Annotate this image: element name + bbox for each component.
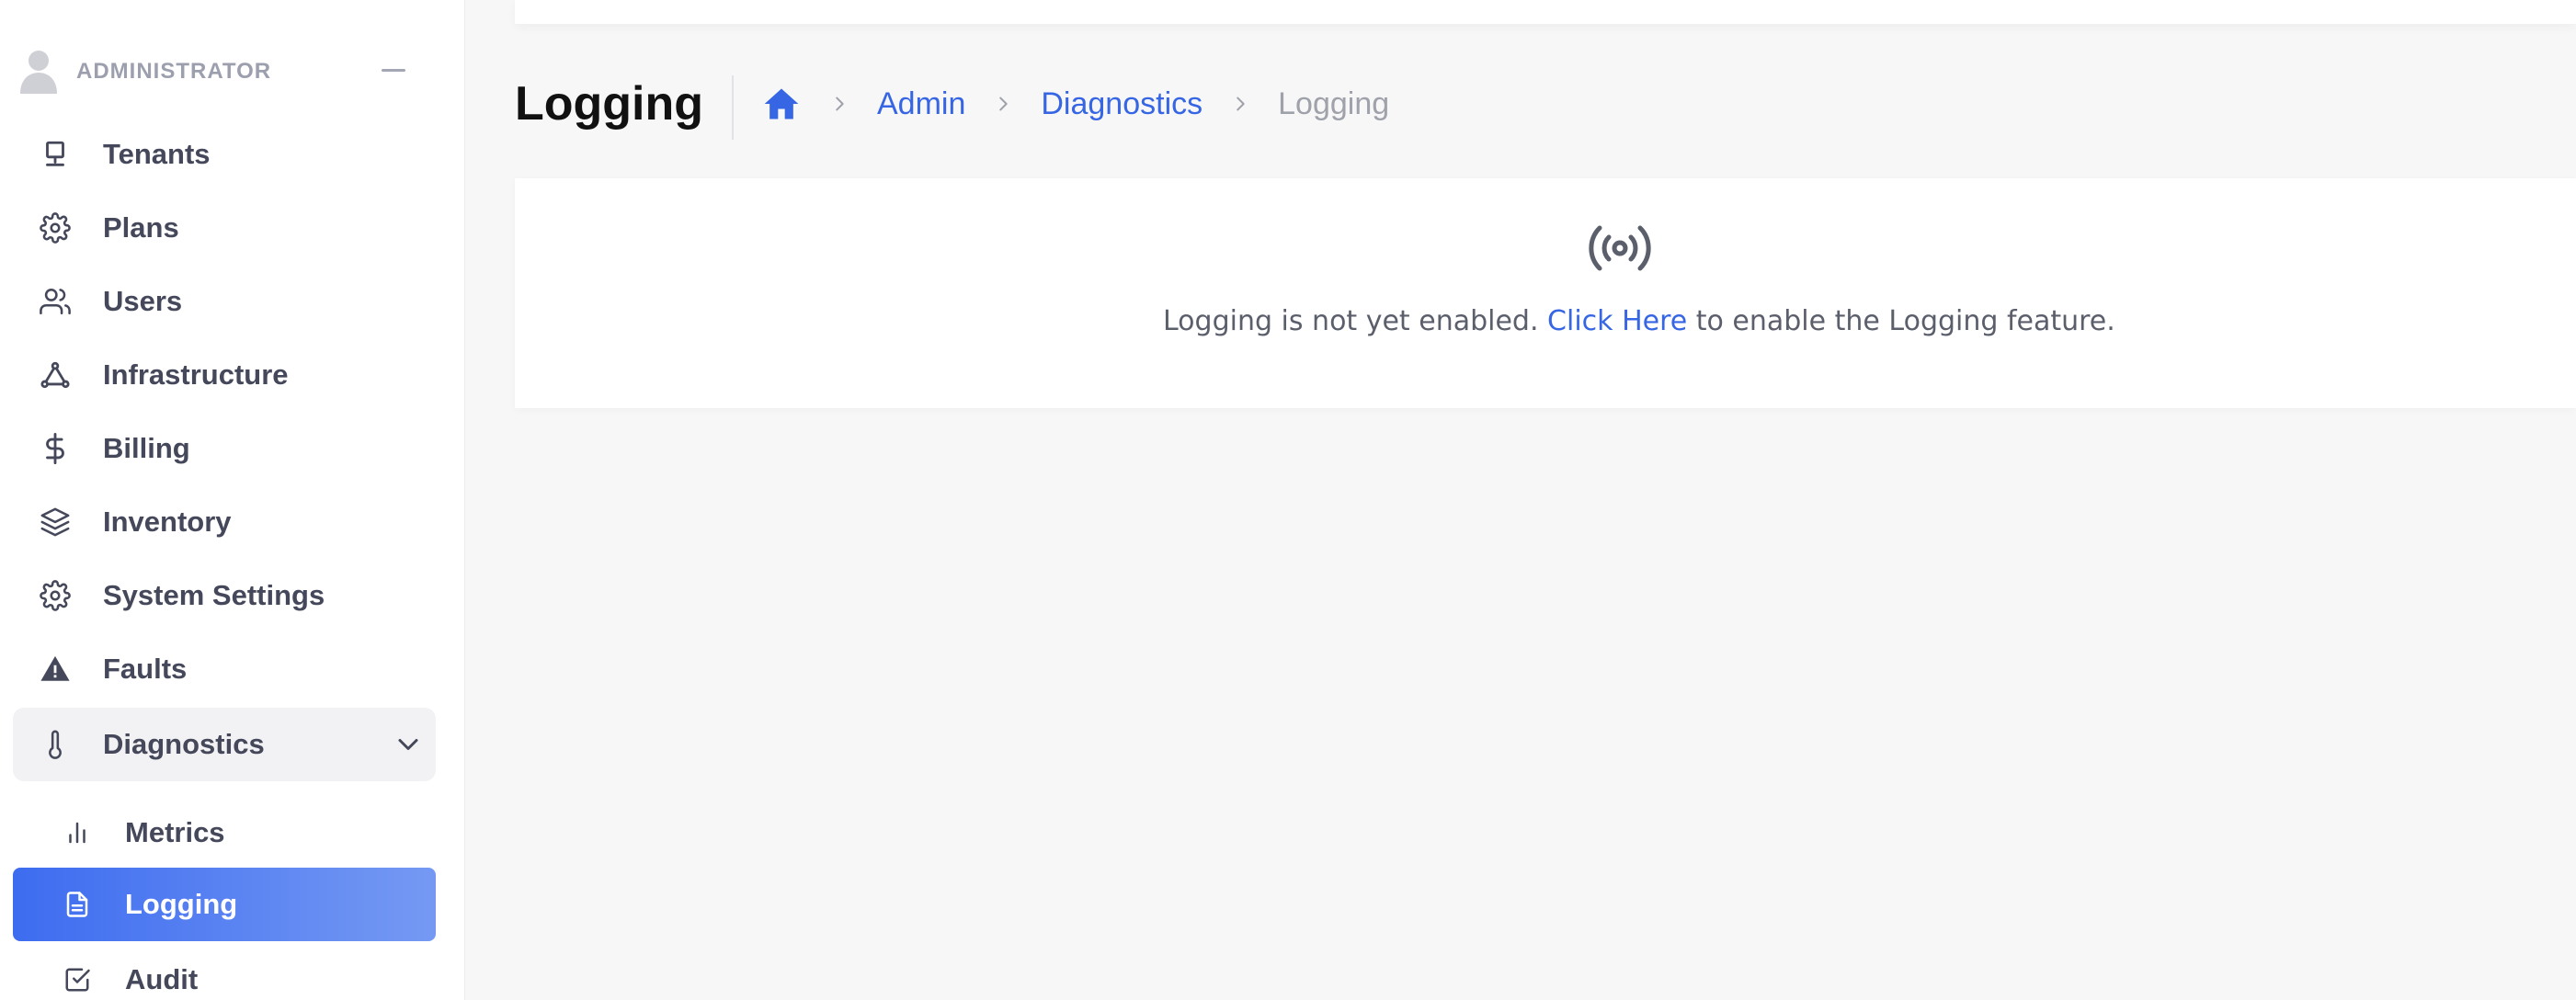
chevron-down-icon [398, 739, 418, 750]
sidebar: ADMINISTRATOR Tenants Plans Users Infras… [0, 0, 465, 1000]
top-header-bar [515, 0, 2576, 24]
user-avatar-icon [20, 51, 57, 94]
sidebar-item-system-settings[interactable]: System Settings [13, 559, 436, 632]
title-divider [732, 75, 734, 140]
sidebar-item-diagnostics[interactable]: Diagnostics [13, 708, 436, 781]
logging-status-card: Logging is not yet enabled. Click Here t… [515, 178, 2576, 408]
collapse-sidebar-button[interactable] [375, 51, 412, 88]
checkbox-icon [59, 961, 96, 998]
sidebar-item-label: Billing [103, 432, 190, 464]
document-icon [59, 886, 96, 923]
warning-icon [37, 651, 74, 688]
sidebar-subitem-label: Audit [125, 963, 199, 995]
dollar-icon [37, 430, 74, 467]
sidebar-item-faults[interactable]: Faults [13, 632, 436, 706]
user-profile: ADMINISTRATOR [18, 46, 423, 97]
gear-icon [37, 210, 74, 246]
sidebar-subitem-audit[interactable]: Audit [13, 943, 436, 1000]
message-text-after: to enable the Logging feature. [1687, 305, 2115, 337]
sidebar-item-infrastructure[interactable]: Infrastructure [13, 338, 436, 412]
sidebar-subitem-metrics[interactable]: Metrics [13, 796, 436, 869]
sidebar-item-label: Users [103, 285, 183, 317]
sidebar-subitem-logging[interactable]: Logging [13, 868, 436, 941]
monitor-icon [37, 136, 74, 173]
breadcrumb-current: Logging [1278, 85, 1390, 121]
sidebar-item-label: Faults [103, 653, 188, 685]
chevron-right-icon [1237, 97, 1245, 111]
breadcrumb-admin[interactable]: Admin [877, 86, 965, 122]
user-role: ADMINISTRATOR [76, 59, 272, 84]
minus-icon [382, 68, 405, 72]
sidebar-item-plans[interactable]: Plans [13, 191, 436, 265]
enable-logging-link[interactable]: Click Here [1547, 305, 1687, 337]
bar-chart-icon [59, 814, 96, 851]
sidebar-item-users[interactable]: Users [13, 265, 436, 338]
sidebar-item-label: Tenants [103, 138, 211, 170]
users-icon [37, 283, 74, 320]
page-title: Logging [515, 77, 704, 131]
breadcrumb-diagnostics[interactable]: Diagnostics [1041, 86, 1203, 122]
network-icon [37, 357, 74, 393]
sidebar-item-billing[interactable]: Billing [13, 412, 436, 485]
gear-icon [37, 577, 74, 614]
home-icon[interactable] [761, 84, 802, 124]
layers-icon [37, 504, 74, 540]
sidebar-item-label: Infrastructure [103, 358, 289, 391]
sidebar-subitem-label: Logging [125, 888, 238, 920]
sidebar-subitem-label: Metrics [125, 816, 225, 848]
breadcrumb: Admin Diagnostics Logging [761, 81, 1389, 127]
sidebar-item-label: System Settings [103, 579, 325, 611]
sidebar-item-label: Diagnostics [103, 728, 265, 760]
sidebar-item-tenants[interactable]: Tenants [13, 118, 436, 191]
sidebar-item-inventory[interactable]: Inventory [13, 485, 436, 559]
sidebar-item-label: Inventory [103, 506, 232, 538]
thermometer-icon [37, 726, 74, 763]
logging-disabled-message: Logging is not yet enabled. Click Here t… [515, 305, 2576, 337]
message-text-before: Logging is not yet enabled. [1163, 305, 1548, 337]
broadcast-icon [1589, 225, 1651, 271]
sidebar-item-label: Plans [103, 211, 179, 244]
chevron-right-icon [999, 97, 1009, 111]
chevron-right-icon [836, 97, 844, 111]
